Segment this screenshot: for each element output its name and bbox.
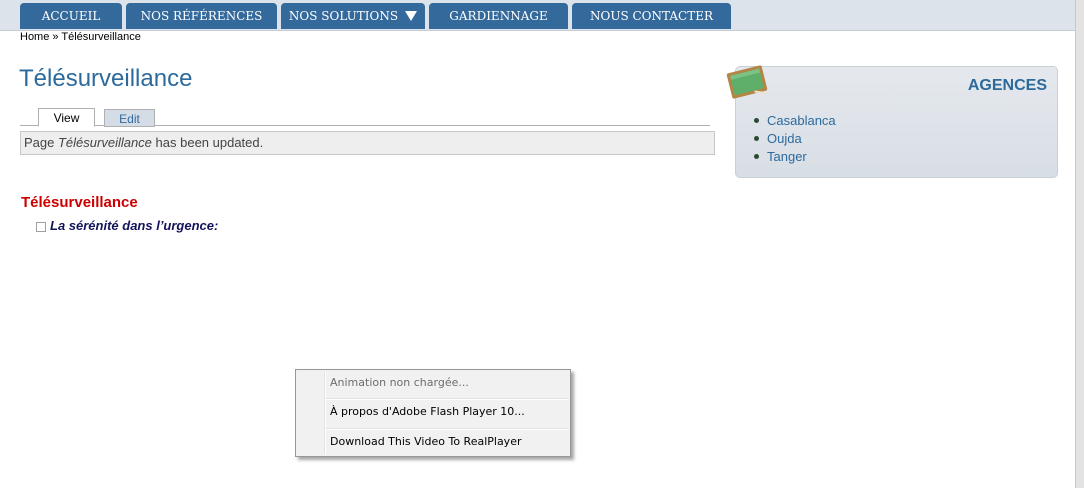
status-suffix: has been updated. xyxy=(151,135,264,150)
agence-link-casablanca[interactable]: Casablanca xyxy=(767,113,836,128)
nav-tab-label: NOS RÉFÉRENCES xyxy=(140,9,263,23)
page-title: Télésurveillance xyxy=(19,65,193,92)
menu-item-download-realplayer[interactable]: Download This Video To RealPlayer xyxy=(330,435,522,449)
agence-item[interactable]: Casablanca xyxy=(754,113,836,129)
agences-block: AGENCES Casablanca Oujda Tanger xyxy=(735,66,1058,178)
content-heading: Télésurveillance xyxy=(21,194,138,211)
agence-link-tanger[interactable]: Tanger xyxy=(767,149,807,164)
content-subheading: La sérénité dans l’urgence: xyxy=(50,218,219,233)
nav-tab-accueil[interactable]: ACCUEIL xyxy=(20,3,122,29)
nav-tab-references[interactable]: NOS RÉFÉRENCES xyxy=(126,3,277,29)
context-menu-gutter xyxy=(324,372,326,454)
context-menu: Animation non chargée... À propos d'Adob… xyxy=(295,369,571,457)
agence-item[interactable]: Tanger xyxy=(754,149,807,165)
status-message: Page Télésurveillance has been updated. xyxy=(20,131,715,155)
nav-tab-contact[interactable]: NOUS CONTACTER xyxy=(572,3,731,29)
window-edge xyxy=(1075,0,1084,488)
nav-tab-gardiennage[interactable]: GARDIENNAGE xyxy=(429,3,568,29)
agence-item[interactable]: Oujda xyxy=(754,131,802,147)
nav-tab-label: NOS SOLUTIONS xyxy=(288,9,399,23)
menu-item-about-flash[interactable]: À propos d'Adobe Flash Player 10... xyxy=(330,405,525,419)
bullet-icon xyxy=(754,136,759,141)
status-page-name: Télésurveillance xyxy=(57,135,152,150)
triangle-down-icon[interactable] xyxy=(405,11,418,21)
menu-separator xyxy=(326,428,568,430)
top-navigation: ACCUEIL NOS RÉFÉRENCES NOS SOLUTIONS GAR… xyxy=(0,0,1075,31)
agence-link-oujda[interactable]: Oujda xyxy=(767,131,802,146)
bullet-icon xyxy=(754,118,759,123)
breadcrumb[interactable]: Home » Télésurveillance xyxy=(20,31,141,44)
bullet-icon xyxy=(754,154,759,159)
tab-view[interactable]: View xyxy=(38,108,95,127)
menu-item-animation: Animation non chargée... xyxy=(330,376,469,389)
nav-tab-label: NOUS CONTACTER xyxy=(590,9,713,23)
nav-tab-solutions[interactable]: NOS SOLUTIONS xyxy=(281,3,425,29)
status-prefix: Page xyxy=(24,135,58,150)
nav-tab-label: GARDIENNAGE xyxy=(449,9,548,23)
nav-tab-label: ACCUEIL xyxy=(41,9,101,23)
agences-title: AGENCES xyxy=(967,77,1047,94)
chalkboard-icon xyxy=(726,65,768,99)
tab-edit[interactable]: Edit xyxy=(104,109,155,127)
square-bullet-icon xyxy=(36,222,46,232)
menu-separator xyxy=(326,398,568,400)
